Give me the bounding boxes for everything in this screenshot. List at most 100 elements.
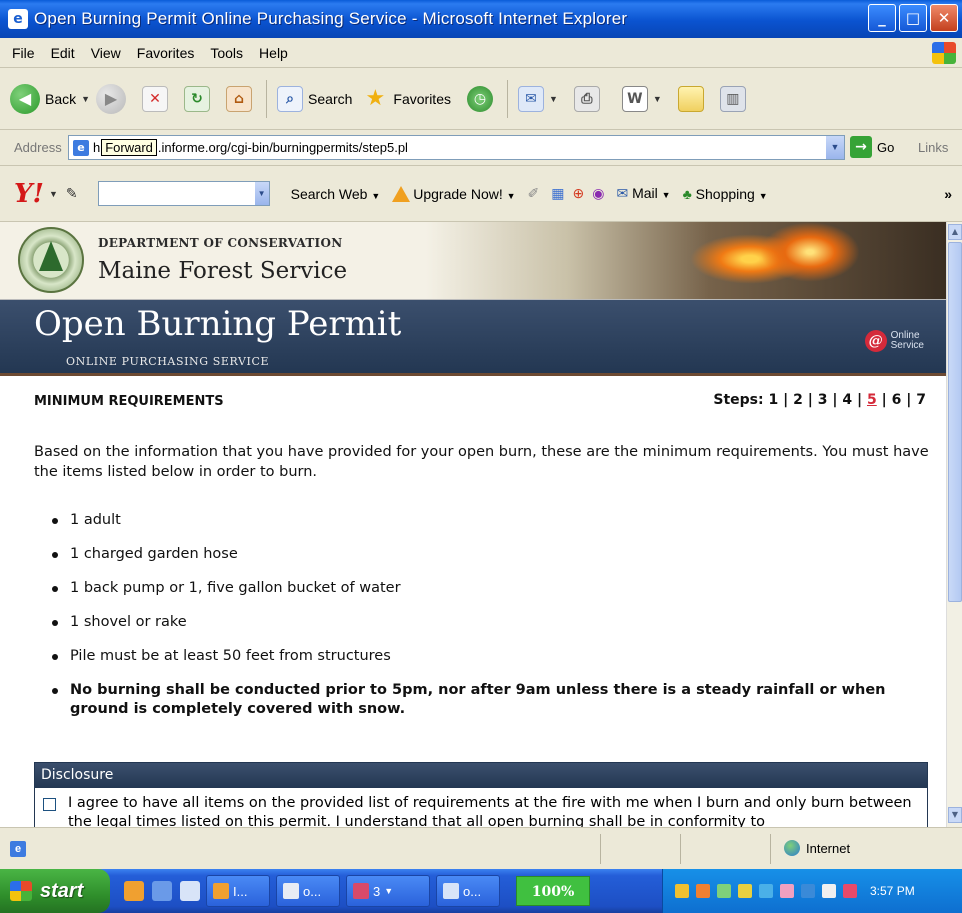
page-content: MINIMUM REQUIREMENTS Steps: 1 | 2 | 3 | …: [0, 376, 946, 826]
refresh-icon[interactable]: ↻: [184, 85, 211, 112]
address-dropdown-icon[interactable]: ▼: [826, 136, 844, 159]
step-link-2[interactable]: 2: [793, 392, 803, 408]
menu-favorites[interactable]: Favorites: [137, 45, 195, 61]
start-button[interactable]: start: [0, 869, 110, 913]
requirement-item: No burning shall be conducted prior to 5…: [50, 681, 930, 719]
task-label: I...: [233, 883, 248, 899]
close-button[interactable]: ✕: [930, 4, 958, 32]
taskbar-button[interactable]: o...: [436, 875, 500, 907]
site-banner: Open Burning Permit ONLINE PURCHASING SE…: [0, 300, 946, 376]
vertical-scrollbar[interactable]: ▲ ▼: [946, 222, 962, 827]
print-icon[interactable]: ⎙: [573, 85, 600, 112]
tray-mail-icon[interactable]: [675, 884, 689, 898]
edit-icon[interactable]: W: [621, 85, 648, 112]
calendar-icon[interactable]: ▦: [551, 185, 564, 202]
tray-app-icon[interactable]: [780, 884, 794, 898]
agree-checkbox[interactable]: [43, 798, 56, 811]
stop-icon[interactable]: ✕: [142, 85, 169, 112]
discuss-icon[interactable]: [677, 85, 704, 112]
task-label: 3: [373, 883, 381, 899]
messenger-icon[interactable]: ◉: [592, 185, 604, 202]
shopping-button[interactable]: ♣ Shopping ▼: [683, 186, 768, 202]
search-button-label[interactable]: Search: [308, 91, 352, 107]
highlight-icon[interactable]: ✐: [528, 185, 540, 202]
address-bar: Address e h Forward .informe.org/cgi-bin…: [0, 130, 962, 166]
disclosure-text: I agree to have all items on the provide…: [68, 795, 912, 827]
menu-help[interactable]: Help: [259, 45, 288, 61]
toolbar-separator: [266, 79, 268, 118]
page-status-icon: e: [10, 841, 26, 857]
status-divider: [770, 834, 771, 864]
mail-dropdown-icon[interactable]: ▼: [549, 94, 558, 104]
menu-view[interactable]: View: [91, 45, 121, 61]
search-web-button[interactable]: Search Web ▼: [291, 186, 381, 202]
address-input[interactable]: e h Forward .informe.org/cgi-bin/burning…: [68, 135, 845, 160]
upgrade-button[interactable]: Upgrade Now! ▼: [392, 185, 516, 202]
favorites-star-icon[interactable]: ★: [362, 86, 388, 112]
tray-app-icon[interactable]: [738, 884, 752, 898]
step-link-6[interactable]: 6: [892, 392, 902, 408]
state-seal-icon: [18, 227, 84, 293]
step-link-3[interactable]: 3: [818, 392, 828, 408]
ie-app-icon: [443, 883, 459, 899]
online-service-icon: @: [864, 330, 887, 352]
yahoo-dropdown-icon[interactable]: ▼: [49, 189, 58, 199]
home-icon[interactable]: ⌂: [226, 85, 253, 112]
tray-network-icon[interactable]: [759, 884, 773, 898]
scroll-up-icon[interactable]: ▲: [948, 224, 962, 240]
menu-edit[interactable]: Edit: [51, 45, 75, 61]
edit-dropdown-icon[interactable]: ▼: [653, 94, 662, 104]
step-link-4[interactable]: 4: [842, 392, 852, 408]
research-icon[interactable]: ▥: [719, 85, 746, 112]
taskbar-button[interactable]: I...: [206, 875, 270, 907]
go-button[interactable]: → Go: [850, 136, 894, 158]
tray-app-icon[interactable]: [717, 884, 731, 898]
step-current[interactable]: 5: [867, 392, 877, 408]
warning-icon: [392, 185, 411, 202]
menu-tools[interactable]: Tools: [210, 45, 243, 61]
step-link-7[interactable]: 7: [916, 392, 926, 408]
links-label[interactable]: Links: [918, 140, 948, 155]
back-dropdown-icon[interactable]: ▼: [81, 94, 90, 104]
taskbar-button[interactable]: o...: [276, 875, 340, 907]
taskbar-button[interactable]: 3 ▼: [346, 875, 430, 907]
ie-quick-launch-icon[interactable]: [180, 881, 200, 901]
forward-arrow-icon[interactable]: ▶: [96, 83, 127, 114]
mail-icon[interactable]: ✉: [517, 85, 544, 112]
toolbar-overflow-icon[interactable]: »: [944, 186, 952, 202]
mail-label: Mail: [632, 185, 658, 201]
menu-bar: File Edit View Favorites Tools Help: [0, 38, 962, 68]
quick-launch-icon[interactable]: [124, 881, 144, 901]
favorites-button-label[interactable]: Favorites: [393, 91, 451, 107]
target-icon[interactable]: ⊕: [573, 185, 585, 202]
scroll-thumb[interactable]: [948, 242, 962, 602]
tray-volume-icon[interactable]: [822, 884, 836, 898]
yahoo-search-input[interactable]: [97, 181, 270, 206]
scroll-down-icon[interactable]: ▼: [948, 807, 962, 823]
upgrade-label: Upgrade Now!: [413, 185, 503, 202]
mail-button[interactable]: ✉ Mail ▼: [616, 185, 670, 202]
url-text: .informe.org/cgi-bin/burningpermits/step…: [157, 140, 408, 155]
quick-launch: [124, 881, 200, 901]
search-icon[interactable]: ⌕: [277, 85, 304, 112]
yahoo-toolbar: Y! ▼ ✎ ▼ Search Web ▼ Upgrade Now! ▼ ✐ ▦…: [0, 166, 962, 222]
zoom-level[interactable]: 100%: [516, 876, 590, 906]
maximize-button[interactable]: □: [899, 4, 927, 32]
disclosure-box: Disclosure I agree to have all items on …: [34, 762, 928, 827]
tray-app-icon[interactable]: [801, 884, 815, 898]
yahoo-logo-icon[interactable]: Y!: [14, 179, 44, 209]
back-arrow-icon[interactable]: ◀: [10, 83, 40, 114]
online-service-line2: Service: [890, 340, 924, 351]
pencil-icon[interactable]: ✎: [66, 185, 78, 202]
clock[interactable]: 3:57 PM: [870, 884, 915, 898]
tray-app-icon[interactable]: [696, 884, 710, 898]
back-button-label[interactable]: Back: [45, 91, 76, 107]
minimize-button[interactable]: _: [868, 4, 896, 32]
standard-toolbar: ◀ Back ▼ ▶ ✕ ↻ ⌂ ⌕ Search ★ Favorites ◷ …: [0, 68, 962, 130]
yahoo-search-dropdown-icon[interactable]: ▼: [254, 182, 269, 205]
step-link-1[interactable]: 1: [769, 392, 779, 408]
tray-app-icon[interactable]: [843, 884, 857, 898]
quick-launch-icon[interactable]: [152, 881, 172, 901]
history-icon[interactable]: ◷: [466, 85, 493, 112]
menu-file[interactable]: File: [12, 45, 35, 61]
